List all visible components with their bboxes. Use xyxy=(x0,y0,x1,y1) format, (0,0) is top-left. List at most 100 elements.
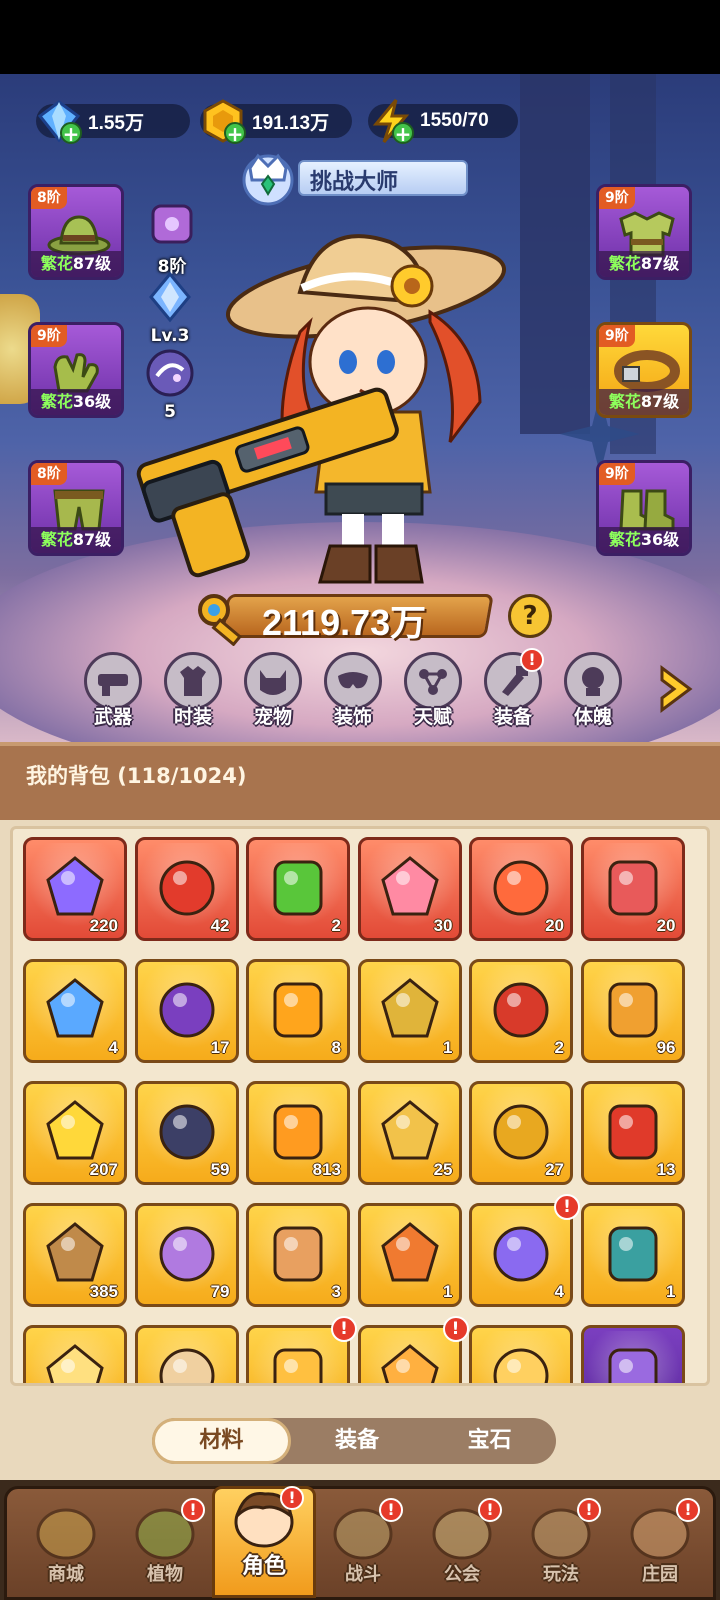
dark-rune-icon xyxy=(159,1104,214,1160)
equip-slot-pants[interactable]: 8阶 繁花87级 xyxy=(28,460,124,556)
bag-item[interactable]: 2 xyxy=(469,959,573,1063)
nav-item-shop[interactable]: 商城 xyxy=(20,1498,112,1598)
bag-item[interactable]: 4! xyxy=(469,1194,580,1307)
equip-slot-belt[interactable]: 9阶 繁花87级 xyxy=(596,322,692,418)
ruby-key-icon xyxy=(273,982,323,1038)
nav-item-plant[interactable]: 植物! xyxy=(119,1498,211,1598)
slot-tier: 8阶 xyxy=(31,463,67,485)
bag-item[interactable]: 813 xyxy=(246,1081,350,1185)
orange-potion-icon xyxy=(273,1104,323,1160)
nav-item-guild[interactable]: 公会! xyxy=(416,1498,508,1598)
add-gold-icon[interactable]: + xyxy=(224,122,246,144)
nav-label: 商城 xyxy=(48,1564,84,1585)
nav-item-battle[interactable]: 战斗! xyxy=(317,1498,409,1598)
bag-item[interactable]: 27 xyxy=(469,1081,573,1185)
bag-item[interactable]: ! xyxy=(357,1316,469,1383)
alert-badge: ! xyxy=(676,1498,700,1522)
equip-slot-gloves[interactable]: 9阶 繁花36级 xyxy=(28,322,124,418)
flame-leaf-icon xyxy=(493,982,549,1038)
nav-item-manor[interactable]: 庄园! xyxy=(614,1498,706,1598)
bag-item[interactable]: 4 xyxy=(23,959,127,1063)
add-diamond-icon[interactable]: + xyxy=(60,122,82,144)
equip-slot-boots[interactable]: 9阶 繁花36级 xyxy=(596,460,692,556)
slot-level: 繁花87级 xyxy=(31,251,121,277)
diamond-currency[interactable]: + 1.55万 xyxy=(36,100,190,144)
amber-gem-icon xyxy=(380,1222,439,1282)
add-energy-icon[interactable]: + xyxy=(392,122,414,144)
func-talent[interactable]: 天赋 xyxy=(400,652,466,729)
item-count: 220 xyxy=(89,916,118,935)
func-equipment[interactable]: 装备 ! xyxy=(480,648,546,729)
bag-item[interactable]: 1 xyxy=(357,1203,462,1307)
bag-item[interactable]: 96 xyxy=(580,959,685,1063)
bag-item[interactable]: 42 xyxy=(134,837,239,941)
bag-item[interactable]: 13 xyxy=(580,1081,685,1185)
challenge-master-banner[interactable]: 挑战大师 xyxy=(232,152,470,206)
item-count: 4 xyxy=(108,1038,118,1057)
gold-currency[interactable]: + 191.13万 xyxy=(200,99,352,144)
outfit-icon xyxy=(180,666,206,696)
item-count: 59 xyxy=(210,1160,230,1179)
bag-item[interactable]: 1 xyxy=(357,959,462,1063)
bag-item[interactable]: 59 xyxy=(134,1081,239,1185)
green-tube-icon xyxy=(273,860,323,916)
shop-icon xyxy=(36,1508,96,1560)
nav-item-gameplay[interactable]: 玩法! xyxy=(515,1498,607,1598)
nav-label: 玩法 xyxy=(543,1564,579,1585)
bag-item[interactable] xyxy=(134,1325,239,1383)
power-help-button[interactable]: ? xyxy=(508,594,552,638)
energy-currency[interactable]: + 1550/70 xyxy=(368,99,518,144)
alert-badge: ! xyxy=(181,1498,205,1522)
bag-item[interactable]: 220 xyxy=(23,837,127,941)
item-icon xyxy=(159,1348,214,1383)
func-pet[interactable]: 宠物 xyxy=(240,652,306,729)
bag-item[interactable]: 1 xyxy=(580,1203,685,1307)
combat-power: 2119.73万 xyxy=(194,590,500,646)
bag-item[interactable]: 25 xyxy=(357,1081,462,1185)
slot-tier: 9阶 xyxy=(599,187,635,209)
bag-item[interactable] xyxy=(580,1325,685,1383)
tab-gems[interactable]: 宝石 xyxy=(423,1418,556,1464)
func-weapon[interactable]: 武器 xyxy=(80,652,146,729)
fruit-potion-icon xyxy=(159,860,214,916)
function-row: 武器 时装 宠物 装饰 天赋 装备 ! 体魄 xyxy=(0,648,720,732)
tab-materials[interactable]: 材料 xyxy=(152,1418,291,1464)
func-decoration[interactable]: 装饰 xyxy=(320,652,386,729)
bag-item[interactable]: 30 xyxy=(357,837,462,941)
func-outfit[interactable]: 时装 xyxy=(160,652,226,729)
equip-slot-armor[interactable]: 9阶 繁花87级 xyxy=(596,184,692,280)
gloves-icon xyxy=(53,353,99,393)
bag-item[interactable]: 207 xyxy=(23,1081,127,1185)
bag-item[interactable]: 3 xyxy=(246,1203,350,1307)
func-label: 时装 xyxy=(173,706,212,728)
bag-item[interactable]: 20 xyxy=(580,837,685,941)
nav-label: 庄园 xyxy=(642,1564,678,1585)
bag-item[interactable] xyxy=(23,1325,127,1383)
func-physique[interactable]: 体魄 xyxy=(560,652,626,729)
bag-item[interactable]: ! xyxy=(246,1316,357,1383)
chevron-right-icon[interactable] xyxy=(656,664,696,714)
item-icon xyxy=(493,1348,549,1383)
bag-item[interactable]: 2 xyxy=(246,837,350,941)
capsule-icon xyxy=(493,1226,549,1282)
jar-icon xyxy=(273,1226,323,1282)
alert-badge: ! xyxy=(554,1194,580,1220)
bag-item[interactable]: 385 xyxy=(23,1203,127,1307)
slot-level: 繁花36级 xyxy=(31,389,121,415)
tab-equipment[interactable]: 装备 xyxy=(291,1418,424,1464)
item-count: 13 xyxy=(656,1160,676,1179)
mask-icon xyxy=(338,672,368,689)
bag-item[interactable]: 20 xyxy=(469,837,573,941)
hero-character[interactable] xyxy=(130,222,510,602)
item-count: 1 xyxy=(443,1282,453,1301)
item-icon xyxy=(380,1344,439,1383)
bag-item[interactable]: 17 xyxy=(134,959,239,1063)
bag-item[interactable]: 79 xyxy=(134,1203,239,1307)
equip-slot-hat[interactable]: 8阶 繁花87级 xyxy=(28,184,124,280)
skull-scroll-icon xyxy=(159,982,214,1038)
item-count: 8 xyxy=(331,1038,341,1057)
bag-item[interactable]: 8 xyxy=(246,959,350,1063)
gold-amount: 191.13万 xyxy=(252,112,330,134)
nav-item-character[interactable]: 角色! xyxy=(212,1486,316,1598)
bag-item[interactable] xyxy=(469,1325,573,1383)
